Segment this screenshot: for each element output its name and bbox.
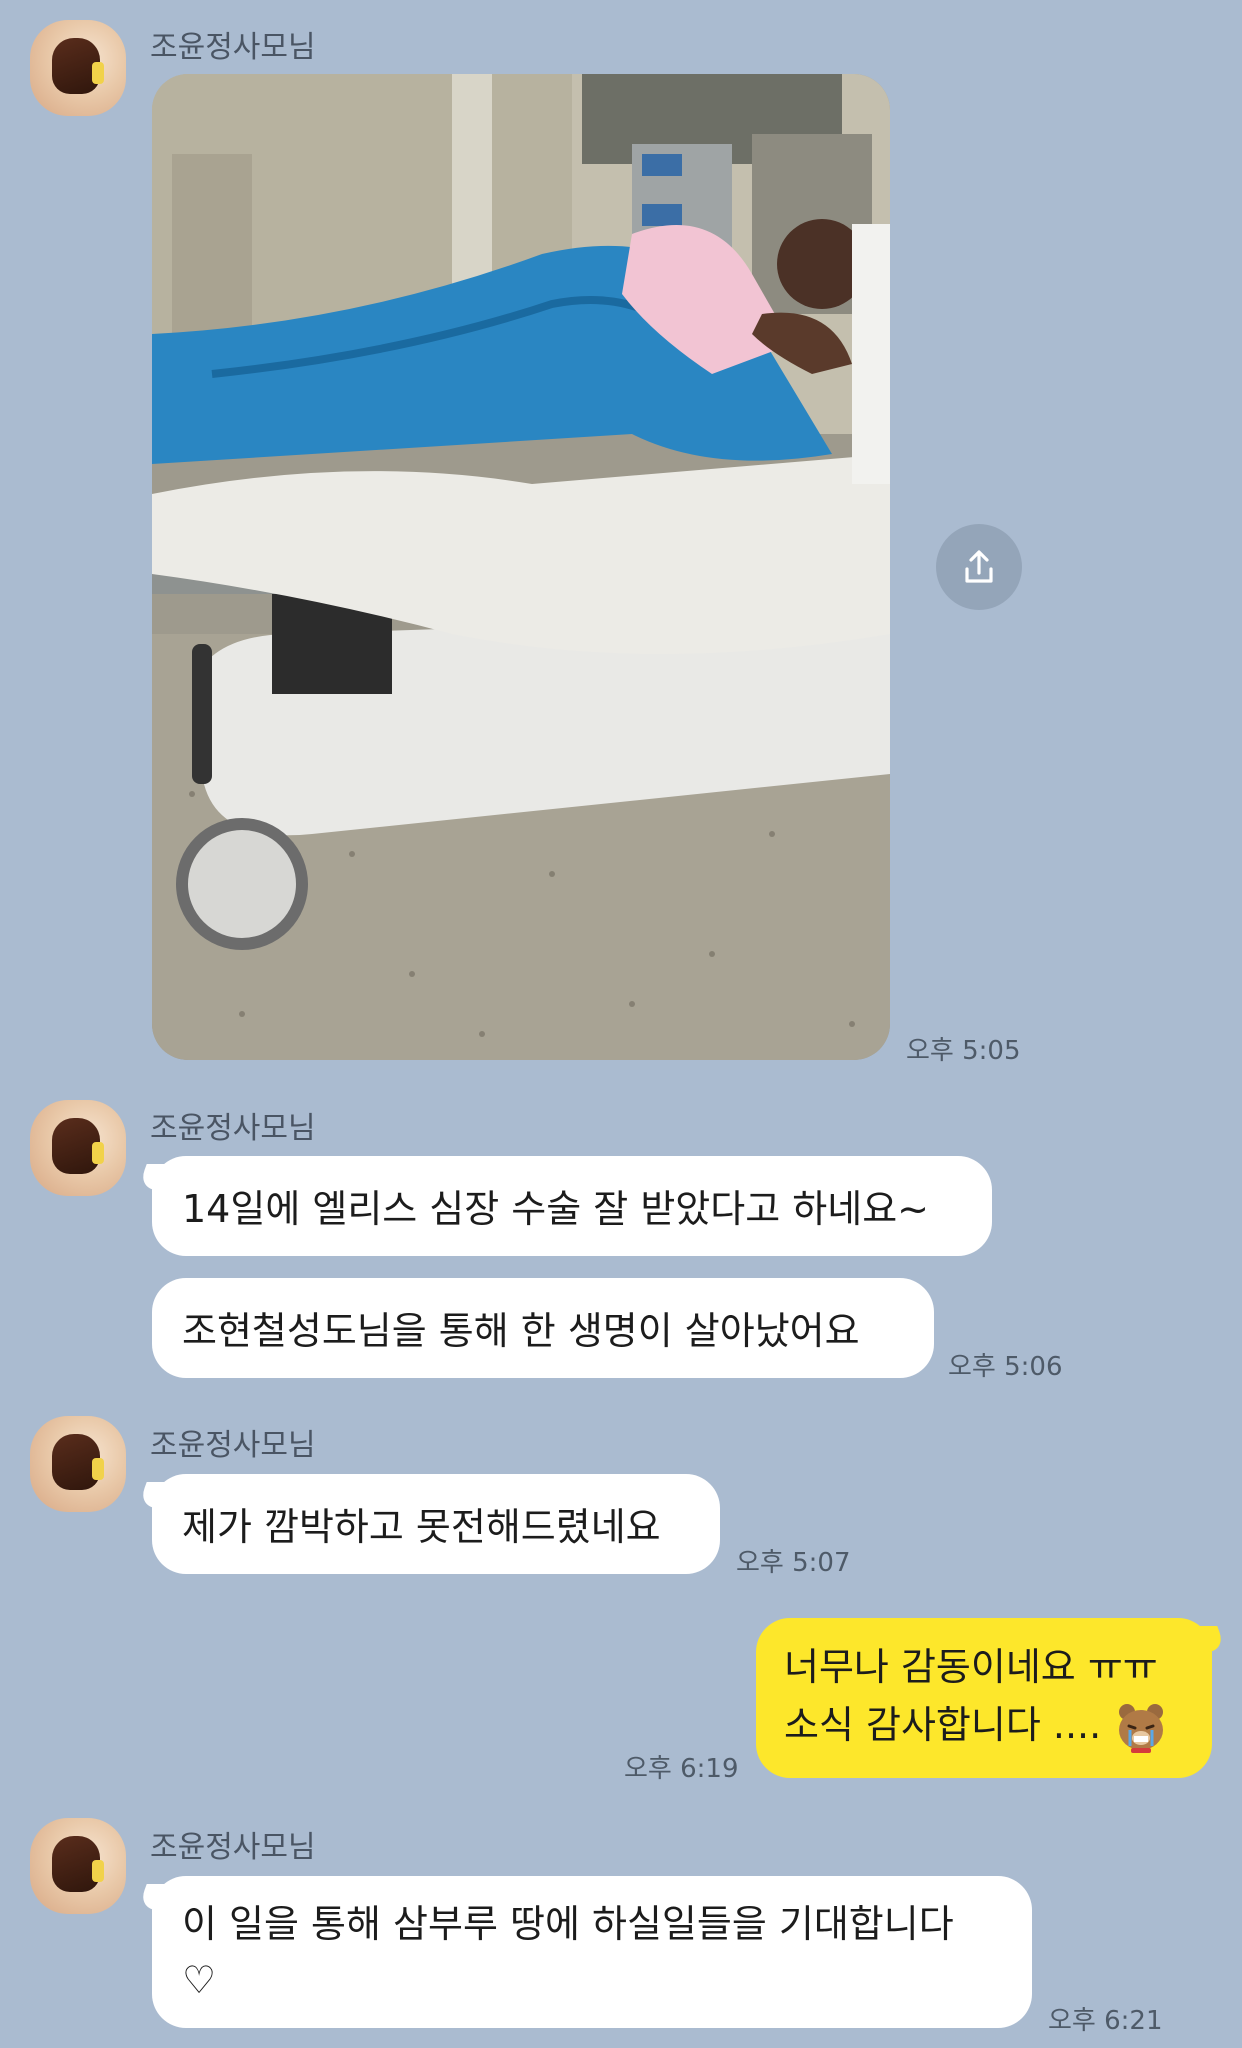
message-text-line: 소식 감사합니다 .... (784, 1703, 1102, 1747)
sender-avatar[interactable] (30, 1100, 126, 1196)
sender-name: 조윤정사모님 (150, 30, 316, 65)
sender-name: 조윤정사모님 (150, 1428, 316, 1463)
message-time: 오후 6:19 (624, 1754, 739, 1784)
my-message-bubble[interactable]: 너무나 감동이네요 ㅠㅠ 소식 감사합니다 .... (756, 1618, 1212, 1778)
sender-avatar[interactable] (30, 1818, 126, 1914)
message-time: 오후 5:06 (948, 1352, 1063, 1382)
sender-name: 조윤정사모님 (150, 1111, 316, 1146)
sender-avatar[interactable] (30, 1416, 126, 1512)
message-text: 조현철성도님을 통해 한 생명이 살아났어요 (182, 1309, 860, 1353)
message-time: 오후 6:21 (1048, 2006, 1163, 2036)
sender-name: 조윤정사모님 (150, 1830, 316, 1865)
message-text: 제가 깜박하고 못전해드렸네요 (182, 1505, 661, 1549)
message-bubble[interactable]: 이 일을 통해 삼부루 땅에 하실일들을 기대합니다 ♡ (152, 1876, 1032, 2028)
image-message-hospital-bed[interactable] (152, 74, 890, 1060)
photo-content (152, 74, 890, 1060)
message-text-line: 이 일을 통해 삼부루 땅에 하실일들을 기대합니다 (182, 1902, 954, 1946)
crying-bear-emoticon (1117, 1702, 1165, 1754)
share-icon (965, 550, 993, 583)
message-text-line: ♡ (182, 1958, 217, 2002)
message-text-line: 너무나 감동이네요 ㅠㅠ (784, 1645, 1158, 1689)
message-time: 오후 5:07 (736, 1548, 851, 1578)
message-text: 14일에 엘리스 심장 수술 잘 받았다고 하네요~ (182, 1187, 929, 1231)
message-bubble[interactable]: 제가 깜박하고 못전해드렸네요 (152, 1474, 720, 1574)
message-time: 오후 5:05 (906, 1036, 1021, 1066)
share-button[interactable] (936, 524, 1022, 610)
message-bubble[interactable]: 조현철성도님을 통해 한 생명이 살아났어요 (152, 1278, 934, 1378)
message-bubble[interactable]: 14일에 엘리스 심장 수술 잘 받았다고 하네요~ (152, 1156, 992, 1256)
sender-avatar[interactable] (30, 20, 126, 116)
